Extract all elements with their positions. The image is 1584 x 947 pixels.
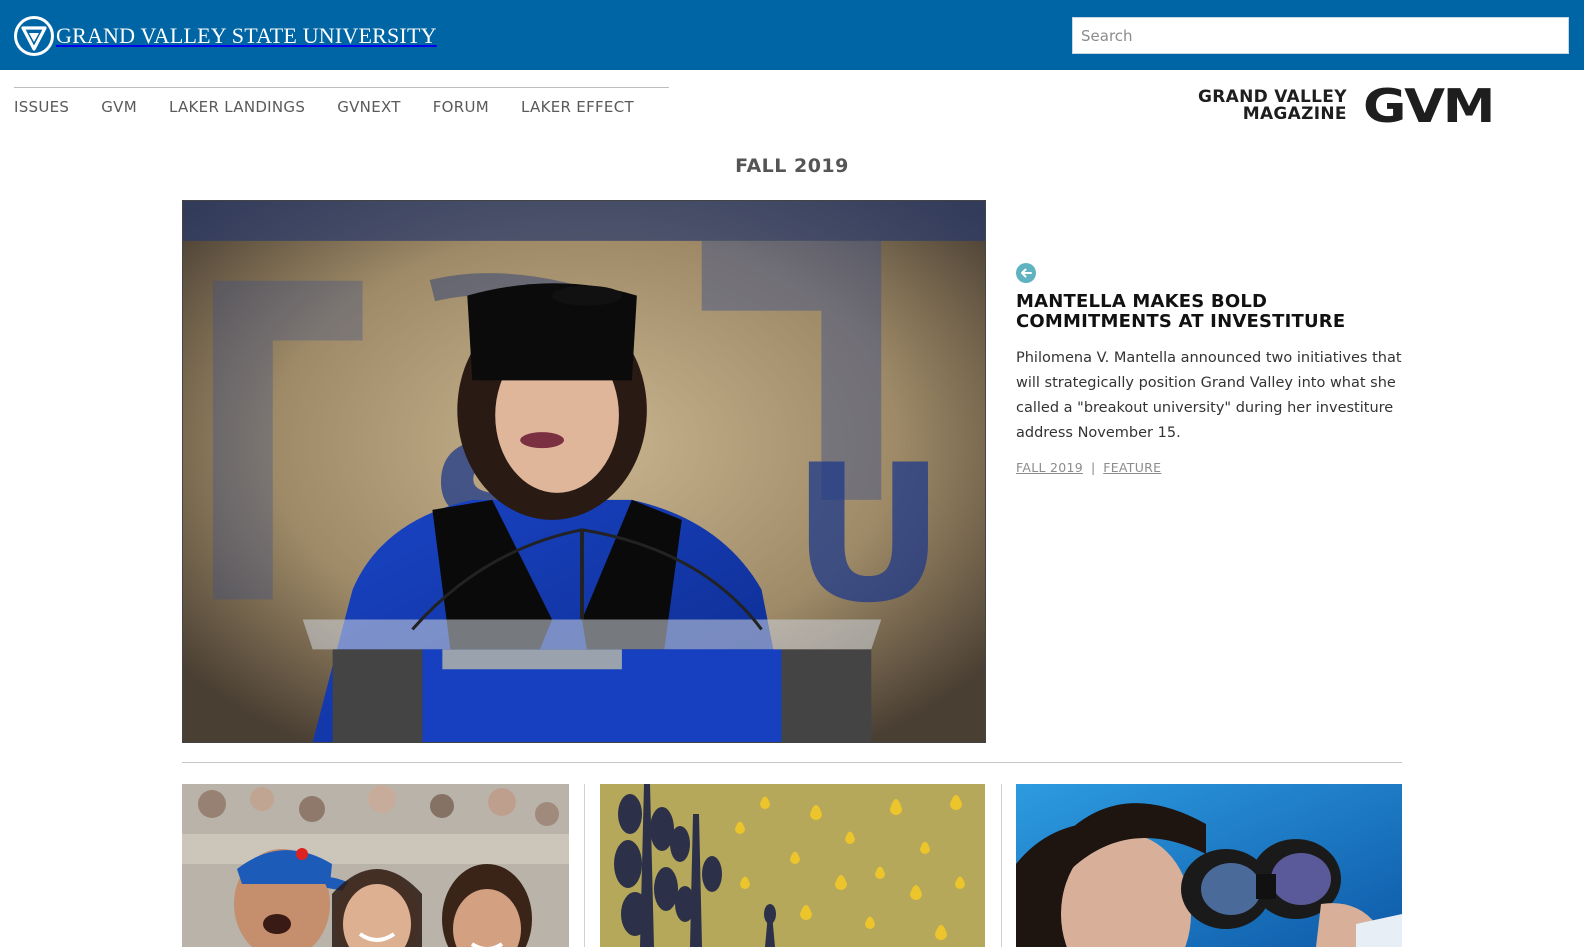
card-plants-image[interactable] (600, 784, 985, 947)
arrow-left-circle-icon[interactable] (1016, 263, 1036, 283)
crowd-photo (182, 784, 569, 947)
brand-line-2: MAGAZINE (1242, 104, 1347, 124)
nav-item-forum[interactable]: FORUM (433, 98, 489, 116)
svg-text:U: U (791, 424, 945, 645)
nav-item-gvnext[interactable]: GVNEXT (337, 98, 401, 116)
feature-summary-panel: MANTELLA MAKES BOLD COMMITMENTS AT INVES… (1016, 263, 1406, 475)
top-header-bar: Grand Valley State University (0, 0, 1584, 70)
gvm-brand-logo[interactable]: GRAND VALLEY MAGAZINE GVM (1198, 83, 1495, 129)
feature-hero-image[interactable]: S U (182, 200, 986, 743)
nav-item-gvm[interactable]: GVM (101, 98, 137, 116)
card-binoculars-image[interactable] (1016, 784, 1402, 947)
nav-item-laker-landings[interactable]: LAKER LANDINGS (169, 98, 305, 116)
issue-title: FALL 2019 (735, 155, 849, 177)
binoculars-photo (1016, 784, 1402, 947)
university-name: Grand Valley State University (56, 23, 437, 48)
main-nav: ISSUES GVM LAKER LANDINGS GVNEXT FORUM L… (14, 87, 669, 126)
feature-headline: MANTELLA MAKES BOLD COMMITMENTS AT INVES… (1016, 291, 1346, 332)
feature-headline-link[interactable]: MANTELLA MAKES BOLD COMMITMENTS AT INVES… (1016, 292, 1406, 332)
plants-illustration (600, 784, 985, 947)
brand-gvm-mark: GVM (1362, 79, 1495, 133)
university-logo-link[interactable]: Grand Valley State University (14, 16, 437, 56)
brand-wordmark: GRAND VALLEY MAGAZINE (1198, 89, 1347, 123)
search-input[interactable] (1072, 17, 1569, 54)
nav-item-issues[interactable]: ISSUES (14, 98, 69, 116)
investiture-photo: S U (183, 201, 985, 742)
card-separator (1001, 784, 1002, 947)
tag-separator: | (1091, 460, 1096, 475)
card-crowd-image[interactable] (182, 784, 569, 947)
nav-item-laker-effect[interactable]: LAKER EFFECT (521, 98, 634, 116)
tag-issue-link[interactable]: FALL 2019 (1016, 460, 1083, 475)
card-separator (584, 784, 585, 947)
section-divider (182, 762, 1402, 763)
feature-tags: FALL 2019 | FEATURE (1016, 460, 1406, 475)
tag-type-link[interactable]: FEATURE (1103, 460, 1161, 475)
gvsu-shield-icon (14, 16, 54, 56)
feature-summary: Philomena V. Mantella announced two init… (1016, 350, 1402, 441)
